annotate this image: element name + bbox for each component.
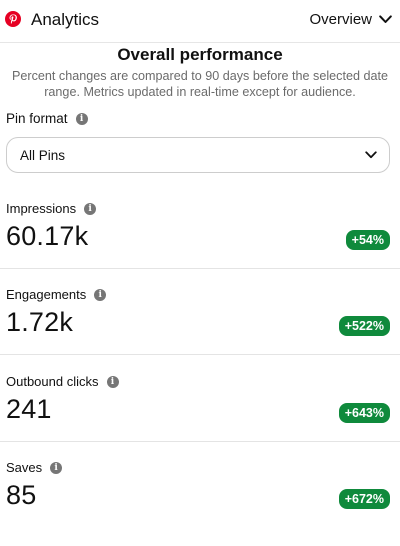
info-icon[interactable]: i — [50, 461, 63, 474]
metric-label: Impressions i — [6, 201, 97, 216]
info-icon[interactable]: i — [84, 202, 97, 215]
metric-label: Engagements i — [6, 287, 107, 302]
pin-format-select[interactable]: All Pins — [6, 137, 390, 173]
change-badge: +54% — [345, 230, 390, 250]
view-selector-label: Overview — [309, 11, 372, 28]
info-icon[interactable]: i — [106, 375, 119, 388]
info-icon[interactable]: i — [75, 112, 88, 125]
metric-value: 1.72k — [6, 307, 74, 337]
metric-label-text: Saves — [6, 460, 43, 475]
divider — [0, 441, 400, 442]
metric-value: 60.17k — [6, 221, 89, 251]
metric-impressions[interactable]: Impressions i 60.17k +54% — [0, 201, 400, 287]
chevron-down-icon — [365, 151, 377, 159]
metric-label-text: Impressions — [6, 201, 77, 216]
view-selector[interactable]: Overview — [309, 11, 392, 28]
metric-saves[interactable]: Saves i 85 +672% — [0, 460, 400, 546]
divider — [0, 354, 400, 355]
change-badge: +522% — [338, 316, 390, 336]
chevron-down-icon — [379, 15, 392, 23]
info-icon[interactable]: i — [94, 288, 107, 301]
metric-engagements[interactable]: Engagements i 1.72k +522% — [0, 287, 400, 373]
metric-value: 85 — [6, 480, 37, 510]
change-badge: +643% — [338, 403, 390, 423]
filter-label: Pin format i — [6, 111, 88, 126]
metric-label-text: Engagements — [6, 287, 87, 302]
app-title: Analytics — [31, 10, 100, 29]
comparison-note: Percent changes are compared to 90 days … — [12, 69, 388, 99]
pinterest-logo-icon[interactable] — [5, 11, 21, 27]
metric-label: Saves i — [6, 460, 63, 475]
change-badge: +672% — [338, 489, 390, 509]
metric-outbound-clicks[interactable]: Outbound clicks i 241 +643% — [0, 374, 400, 460]
section-heading: Overall performance — [117, 45, 283, 64]
top-bar: Analytics Overview — [0, 0, 400, 43]
metric-label-text: Outbound clicks — [6, 374, 99, 389]
divider — [0, 268, 400, 269]
metric-label: Outbound clicks i — [6, 374, 119, 389]
pin-format-value: All Pins — [20, 147, 66, 163]
metric-value: 241 — [6, 394, 52, 424]
filter-label-text: Pin format — [6, 111, 68, 126]
